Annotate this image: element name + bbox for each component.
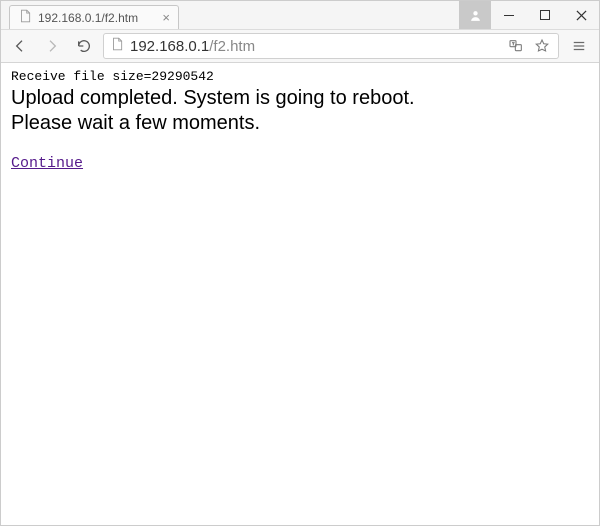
window-controls xyxy=(459,1,599,29)
bookmark-star-icon[interactable] xyxy=(532,36,552,56)
status-line-2: Please wait a few moments. xyxy=(11,112,260,134)
tab-title: 192.168.0.1/f2.htm xyxy=(38,11,156,25)
omnibox-right-icons xyxy=(502,36,552,56)
reload-button[interactable] xyxy=(71,33,97,59)
url-text: 192.168.0.1/f2.htm xyxy=(130,38,496,55)
url-path: /f2.htm xyxy=(209,38,255,55)
status-line-1: Upload completed. System is going to reb… xyxy=(11,87,415,109)
url-host: 192.168.0.1 xyxy=(130,38,209,55)
back-button[interactable] xyxy=(7,33,33,59)
file-icon xyxy=(18,9,32,26)
translate-icon[interactable] xyxy=(506,36,526,56)
upload-status-text: Upload completed. System is going to reb… xyxy=(11,86,589,136)
window-minimize-button[interactable] xyxy=(491,1,527,29)
tab-strip: 192.168.0.1/f2.htm × xyxy=(1,1,179,29)
tab-close-button[interactable]: × xyxy=(162,11,170,24)
browser-toolbar: 192.168.0.1/f2.htm xyxy=(1,29,599,63)
window-close-button[interactable] xyxy=(563,1,599,29)
window-maximize-button[interactable] xyxy=(527,1,563,29)
address-bar[interactable]: 192.168.0.1/f2.htm xyxy=(103,33,559,59)
continue-link[interactable]: Continue xyxy=(11,155,83,172)
page-content: Receive file size=29290542 Upload comple… xyxy=(1,63,599,178)
browser-tab[interactable]: 192.168.0.1/f2.htm × xyxy=(9,5,179,29)
window-titlebar: 192.168.0.1/f2.htm × xyxy=(1,1,599,29)
user-account-button[interactable] xyxy=(459,1,491,29)
receive-file-size-text: Receive file size=29290542 xyxy=(11,69,589,84)
forward-button[interactable] xyxy=(39,33,65,59)
hamburger-menu-button[interactable] xyxy=(565,32,593,60)
page-icon xyxy=(110,37,124,56)
